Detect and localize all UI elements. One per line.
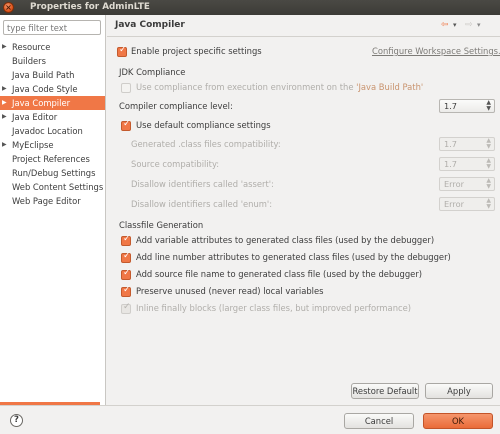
- help-icon[interactable]: ?: [10, 414, 23, 427]
- tree-item-label: Java Compiler: [12, 98, 71, 108]
- expand-arrow-icon[interactable]: ▶: [2, 110, 7, 124]
- tree-item-javadoc-location[interactable]: Javadoc Location: [0, 124, 105, 138]
- use-compliance-ee-text: Use compliance from execution environmen…: [136, 82, 357, 92]
- enable-project-settings-checkbox[interactable]: [117, 45, 127, 57]
- spinner-arrows-icon: ▲ ▼: [486, 137, 491, 150]
- tree-item-label: Project References: [12, 154, 90, 164]
- tree-item-label: Java Build Path: [12, 70, 75, 80]
- dialog-button-bar: ? Cancel OK: [0, 405, 500, 434]
- tree-item-resource[interactable]: ▶ Resource: [0, 40, 105, 54]
- tree-item-web-content-settings[interactable]: Web Content Settings: [0, 180, 105, 194]
- java-build-path-link[interactable]: 'Java Build Path': [356, 82, 423, 92]
- tree-item-label: Javadoc Location: [12, 126, 83, 136]
- ok-button[interactable]: OK: [423, 413, 493, 429]
- tree-item-java-build-path[interactable]: Java Build Path: [0, 68, 105, 82]
- generated-compat-select[interactable]: 1.7 ▲ ▼: [439, 137, 495, 151]
- source-compat-select[interactable]: 1.7 ▲ ▼: [439, 157, 495, 171]
- spinner-arrows-icon: ▲ ▼: [486, 99, 491, 112]
- title-separator: [107, 36, 500, 37]
- add-source-file-checkbox[interactable]: [121, 268, 131, 280]
- tree-item-myeclipse[interactable]: ▶ MyEclipse: [0, 138, 105, 152]
- disallow-assert-label: Disallow identifiers called 'assert':: [131, 179, 274, 189]
- disallow-enum-label: Disallow identifiers called 'enum':: [131, 199, 273, 209]
- tree-item-label: Resource: [12, 42, 51, 52]
- preserve-unused-checkbox[interactable]: [121, 285, 131, 297]
- compliance-level-select[interactable]: 1.7 ▲ ▼: [439, 99, 495, 113]
- inline-finally-checkbox[interactable]: [121, 302, 131, 314]
- add-source-file-label: Add source file name to generated class …: [136, 269, 423, 279]
- spinner-arrows-icon: ▲ ▼: [486, 177, 491, 190]
- forward-menu-chevron-icon[interactable]: ▾: [477, 21, 481, 29]
- expand-arrow-icon[interactable]: ▶: [2, 96, 7, 110]
- forward-arrow-icon[interactable]: ⇨: [465, 20, 473, 30]
- history-navigation: ⇦ ▾ ⇨ ▾: [441, 20, 497, 32]
- preserve-unused-label: Preserve unused (never read) local varia…: [136, 286, 324, 296]
- use-default-compliance-label: Use default compliance settings: [136, 120, 271, 130]
- spinner-arrows-icon: ▲ ▼: [486, 157, 491, 170]
- tree-item-label: Java Code Style: [12, 84, 78, 94]
- preference-tree: ▶ Resource Builders Java Build Path ▶ Java…: [0, 40, 105, 208]
- java-compiler-page: Java Compiler ⇦ ▾ ⇨ ▾ Enable project spe…: [107, 15, 500, 405]
- tree-item-java-editor[interactable]: ▶ Java Editor: [0, 110, 105, 124]
- tree-item-label: Web Page Editor: [12, 196, 81, 206]
- generated-compat-label: Generated .class files compatibility:: [131, 139, 281, 149]
- add-line-number-checkbox[interactable]: [121, 251, 131, 263]
- disallow-enum-select[interactable]: Error ▲ ▼: [439, 197, 495, 211]
- use-default-compliance-checkbox[interactable]: [121, 119, 131, 131]
- disallow-assert-select[interactable]: Error ▲ ▼: [439, 177, 495, 191]
- tree-item-label: MyEclipse: [12, 140, 54, 150]
- window-title: Properties for AdminLTE: [30, 2, 150, 12]
- source-compat-value: 1.7: [444, 159, 458, 169]
- page-title: Java Compiler: [115, 20, 185, 30]
- tree-item-run-debug-settings[interactable]: Run/Debug Settings: [0, 166, 105, 180]
- tree-item-label: Run/Debug Settings: [12, 168, 96, 178]
- tree-item-java-compiler[interactable]: ▶ Java Compiler: [0, 96, 105, 110]
- use-compliance-ee-checkbox[interactable]: [121, 83, 131, 93]
- back-arrow-icon[interactable]: ⇦: [441, 20, 449, 30]
- classfile-generation-group-title: Classfile Generation: [119, 220, 204, 230]
- generated-compat-value: 1.7: [444, 139, 458, 149]
- window-titlebar: × Properties for AdminLTE: [0, 0, 500, 15]
- expand-arrow-icon[interactable]: ▶: [2, 82, 7, 96]
- expand-arrow-icon[interactable]: ▶: [2, 40, 7, 54]
- preference-tree-panel: ▶ Resource Builders Java Build Path ▶ Java…: [0, 15, 106, 405]
- configure-workspace-link[interactable]: Configure Workspace Settings...: [372, 46, 500, 56]
- expand-arrow-icon[interactable]: ▶: [2, 138, 7, 152]
- tree-item-builders[interactable]: Builders: [0, 54, 105, 68]
- back-menu-chevron-icon[interactable]: ▾: [453, 21, 457, 29]
- spinner-arrows-icon: ▲ ▼: [486, 197, 491, 210]
- filter-input[interactable]: [3, 20, 101, 35]
- restore-defaults-button[interactable]: Restore Default: [351, 383, 419, 399]
- tree-item-web-page-editor[interactable]: Web Page Editor: [0, 194, 105, 208]
- tree-item-label: Builders: [12, 56, 46, 66]
- cancel-button[interactable]: Cancel: [344, 413, 414, 429]
- apply-button[interactable]: Apply: [425, 383, 493, 399]
- tree-item-project-references[interactable]: Project References: [0, 152, 105, 166]
- tree-item-label: Java Editor: [12, 112, 58, 122]
- enable-project-settings-label: Enable project specific settings: [131, 46, 262, 56]
- source-compat-label: Source compatibility:: [131, 159, 220, 169]
- add-variable-attributes-checkbox[interactable]: [121, 234, 131, 246]
- disallow-enum-value: Error: [444, 199, 464, 209]
- add-variable-attributes-label: Add variable attributes to generated cla…: [136, 235, 435, 245]
- jdk-compliance-group-title: JDK Compliance: [119, 67, 186, 77]
- compliance-level-value: 1.7: [444, 101, 458, 111]
- tree-item-java-code-style[interactable]: ▶ Java Code Style: [0, 82, 105, 96]
- use-compliance-ee-label: Use compliance from execution environmen…: [136, 82, 423, 92]
- tree-item-label: Web Content Settings: [12, 182, 104, 192]
- inline-finally-label: Inline finally blocks (larger class file…: [136, 303, 412, 313]
- compliance-level-label: Compiler compliance level:: [119, 101, 233, 111]
- disallow-assert-value: Error: [444, 179, 464, 189]
- add-line-number-label: Add line number attributes to generated …: [136, 252, 451, 262]
- close-window-button[interactable]: ×: [3, 2, 14, 13]
